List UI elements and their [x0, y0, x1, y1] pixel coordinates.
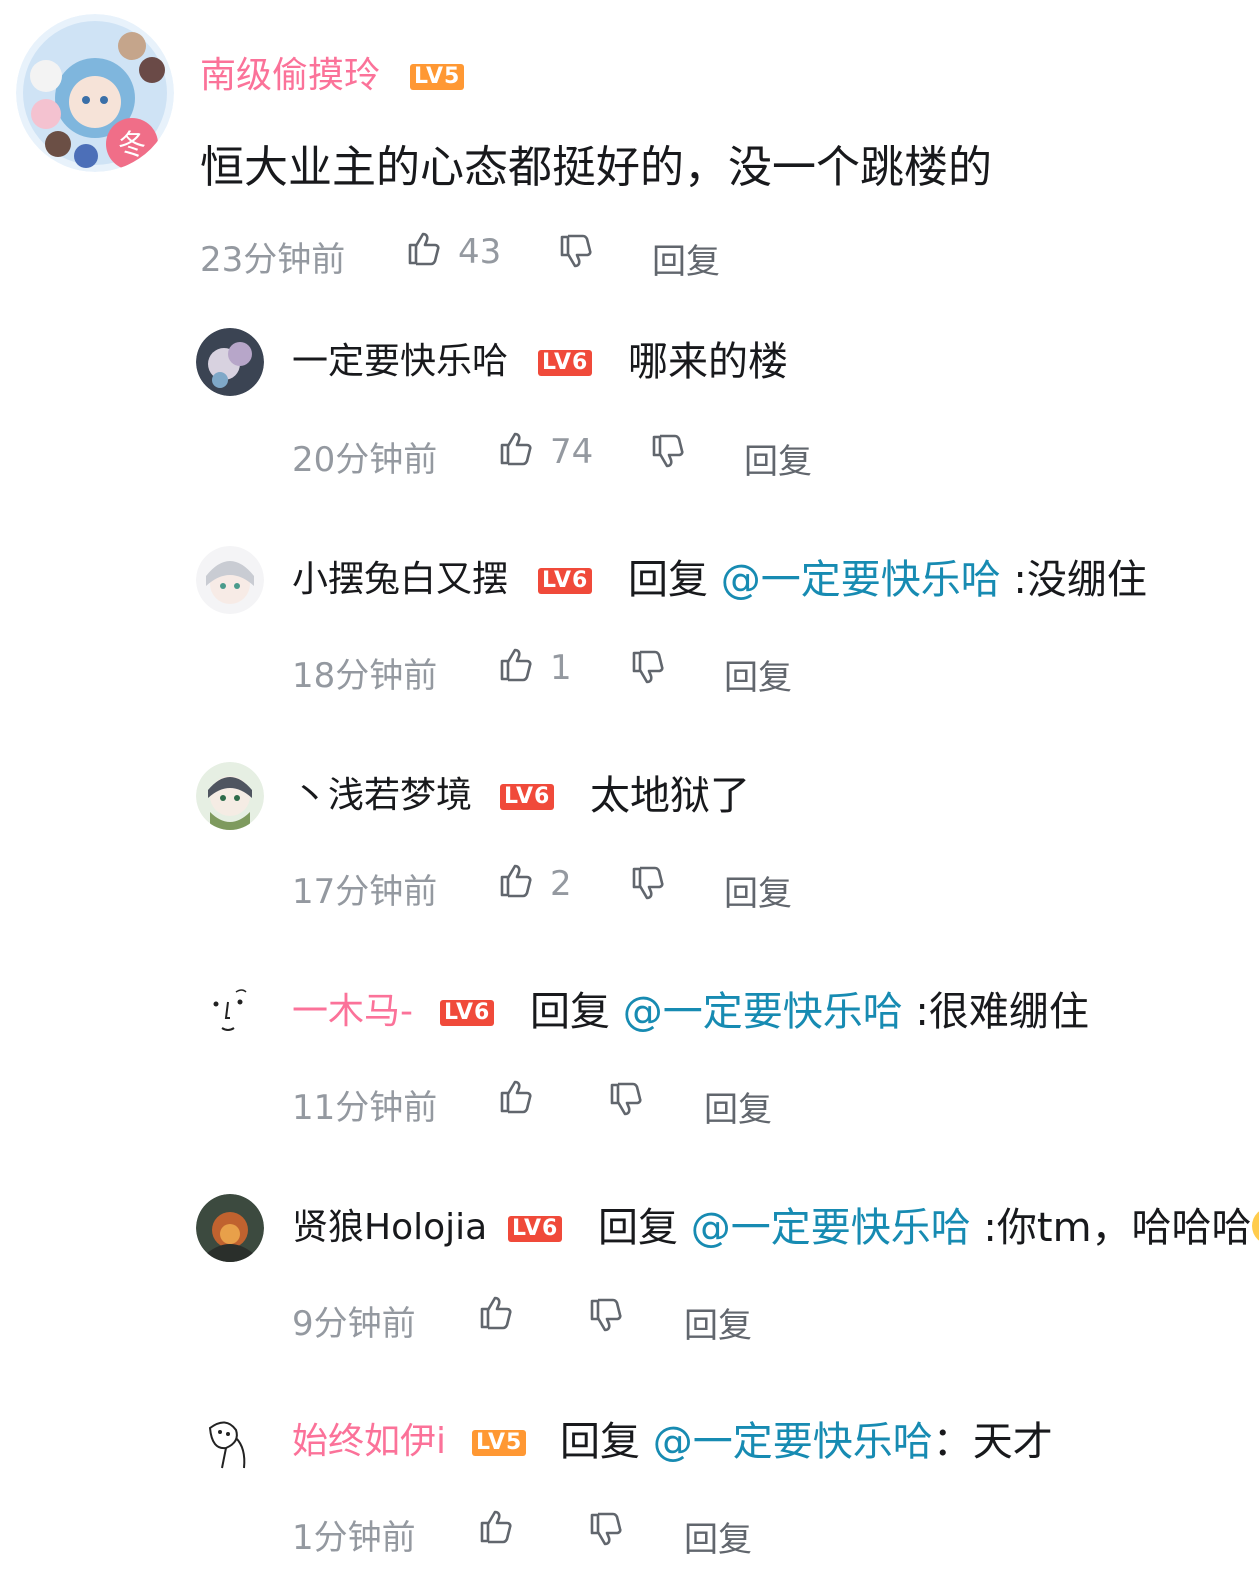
reply-content: :很难绷住	[902, 989, 1089, 1035]
username[interactable]: 一定要快乐哈	[292, 342, 508, 382]
level-badge: LV6	[500, 784, 555, 810]
dislike-icon[interactable]	[556, 232, 600, 276]
like-icon[interactable]	[496, 1076, 540, 1120]
avatar[interactable]	[196, 978, 264, 1046]
timestamp: 20分钟前	[292, 440, 438, 480]
level-badge: LV5	[410, 64, 465, 90]
comment-meta: 18分钟前 1 回复	[292, 648, 892, 698]
reply-prefix: 回复	[598, 1205, 678, 1251]
dislike-icon[interactable]	[586, 1510, 630, 1554]
avatar[interactable]: 冬	[16, 14, 174, 172]
level-badge: LV5	[472, 1430, 527, 1456]
reply-text: 回复 @一定要快乐哈 :没绷住	[628, 556, 1147, 604]
timestamp: 18分钟前	[292, 656, 438, 696]
level-badge: LV6	[508, 1216, 563, 1242]
reply-content: 太地狱了	[590, 773, 750, 819]
like-icon[interactable]	[476, 1506, 520, 1550]
reply-button[interactable]: 回复	[724, 650, 792, 699]
mention-link[interactable]: @一定要快乐哈	[691, 1205, 971, 1251]
reply-button[interactable]: 回复	[744, 434, 812, 483]
reply-button[interactable]: 回复	[684, 1512, 752, 1561]
dislike-icon[interactable]	[628, 648, 672, 692]
like-icon[interactable]	[496, 428, 540, 472]
username[interactable]: 一木马-	[292, 992, 413, 1032]
comment-meta: 9分钟前 回复	[292, 1296, 892, 1346]
reply-content: 哪来的楼	[628, 339, 788, 385]
reply-content: :没绷住	[1000, 557, 1147, 603]
reply-text: 哪来的楼	[628, 338, 788, 386]
username[interactable]: 南级偷摸玲	[200, 56, 380, 96]
mention-link[interactable]: @一定要快乐哈	[623, 989, 903, 1035]
reply-button[interactable]: 回复	[652, 234, 720, 283]
dislike-icon[interactable]	[606, 1080, 650, 1124]
like-count: 2	[550, 864, 572, 904]
username[interactable]: 丶浅若梦境	[292, 776, 472, 816]
avatar[interactable]	[196, 546, 264, 614]
like-icon[interactable]	[404, 228, 448, 272]
avatar[interactable]	[196, 328, 264, 396]
comment-meta: 1分钟前 回复	[292, 1510, 892, 1560]
like-count: 43	[458, 232, 502, 272]
comment-meta: 11分钟前 回复	[292, 1080, 892, 1130]
timestamp: 1分钟前	[292, 1518, 416, 1558]
username[interactable]: 小摆兔白又摆	[292, 560, 508, 600]
comment-meta: 23分钟前 43 回复	[200, 232, 800, 282]
mention-link[interactable]: @一定要快乐哈	[653, 1419, 933, 1465]
dislike-icon[interactable]	[586, 1296, 630, 1340]
timestamp: 23分钟前	[200, 240, 346, 280]
reply-content: :你tm，哈哈哈	[970, 1205, 1252, 1251]
reply-button[interactable]: 回复	[724, 866, 792, 915]
comment-text: 恒大业主的心态都挺好的，没一个跳楼的	[200, 142, 992, 193]
level-badge: LV6	[538, 568, 593, 594]
reply-text: 回复 @一定要快乐哈 :你tm，哈哈哈	[598, 1204, 1259, 1252]
comment-meta: 20分钟前 74 回复	[292, 432, 892, 482]
main-comment: 冬 南级偷摸玲 LV5 恒大业主的心态都挺好的，没一个跳楼的 23分钟前 43 …	[0, 0, 1259, 300]
comment-meta: 17分钟前 2 回复	[292, 864, 892, 914]
avatar-image: 冬	[16, 14, 174, 172]
avatar[interactable]	[196, 1408, 264, 1476]
reply-content: ：天才	[932, 1419, 1053, 1465]
level-badge: LV6	[440, 1000, 495, 1026]
reply-text: 回复 @一定要快乐哈：天才	[560, 1418, 1053, 1466]
reply-button[interactable]: 回复	[704, 1082, 772, 1131]
laughing-emoji-icon	[1251, 1207, 1259, 1245]
avatar[interactable]	[196, 1194, 264, 1262]
mention-link[interactable]: @一定要快乐哈	[721, 557, 1001, 603]
like-icon[interactable]	[496, 860, 540, 904]
reply-prefix: 回复	[560, 1419, 640, 1465]
timestamp: 17分钟前	[292, 872, 438, 912]
like-count: 1	[550, 648, 572, 688]
like-icon[interactable]	[496, 644, 540, 688]
timestamp: 11分钟前	[292, 1088, 438, 1128]
timestamp: 9分钟前	[292, 1304, 416, 1344]
reply-prefix: 回复	[530, 989, 610, 1035]
reply-text: 太地狱了	[590, 772, 750, 820]
dislike-icon[interactable]	[628, 864, 672, 908]
avatar-badge: 冬	[118, 128, 146, 161]
reply-button[interactable]: 回复	[684, 1298, 752, 1347]
username[interactable]: 始终如伊i	[292, 1422, 446, 1462]
dislike-icon[interactable]	[648, 432, 692, 476]
like-count: 74	[550, 432, 594, 472]
like-icon[interactable]	[476, 1292, 520, 1336]
reply-text: 回复 @一定要快乐哈 :很难绷住	[530, 988, 1089, 1036]
reply-prefix: 回复	[628, 557, 708, 603]
username[interactable]: 贤狼Holojia	[292, 1208, 487, 1248]
avatar[interactable]	[196, 762, 264, 830]
level-badge: LV6	[538, 350, 593, 376]
